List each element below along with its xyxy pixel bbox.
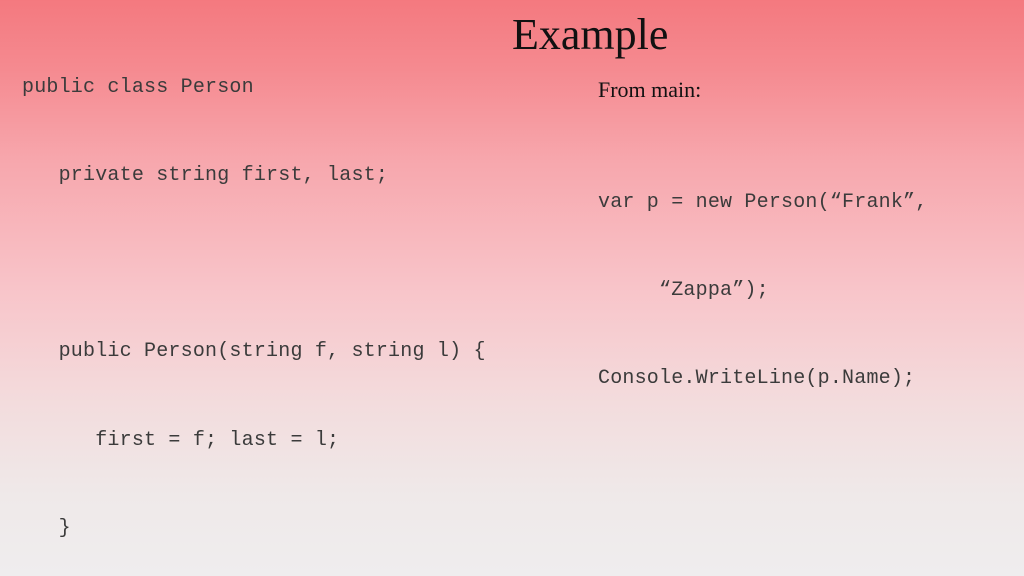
slide-canvas: Example public class Person private stri… (0, 0, 1024, 576)
code-line: “Zappa”); (598, 279, 769, 303)
code-line: first = f; last = l; (22, 428, 340, 452)
code-line: public Person(string f, string l) { (22, 340, 486, 364)
code-line: } (22, 516, 71, 540)
code-line: public class Person (22, 75, 254, 99)
code-block-main-usage: var p = new Person(“Frank”, “Zappa”); Co… (598, 129, 1024, 452)
from-main-label: From main: (598, 77, 702, 102)
code-line: var p = new Person(“Frank”, (598, 190, 928, 214)
code-line: Console.WriteLine(p.Name); (598, 367, 916, 391)
code-line: private string first, last; (22, 164, 389, 188)
code-block-person-class: public class Person private string first… (22, 14, 662, 576)
